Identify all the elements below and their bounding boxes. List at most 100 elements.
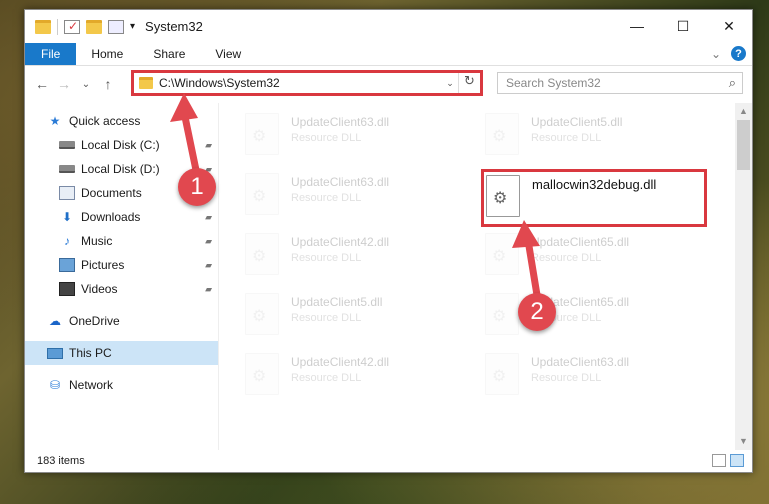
recent-locations-button[interactable]: ⌄ [75, 79, 97, 90]
maximize-button[interactable]: ☐ [660, 10, 706, 42]
file-type: Resource DLL [291, 252, 362, 264]
file-name: UpdateClient63.dll [291, 175, 390, 189]
file-item[interactable]: ⚙ UpdateClient63.dll Resource DLL [245, 113, 475, 163]
tiles-view-icon[interactable] [730, 454, 744, 467]
sidebar-item-videos[interactable]: Videos ▰ [25, 277, 218, 301]
step-2-badge: 2 [518, 293, 556, 331]
search-icon[interactable]: ⌕ [729, 75, 736, 91]
sidebar-item-music[interactable]: ♪ Music ▰ [25, 229, 218, 253]
file-item[interactable]: ⚙ UpdateClient65.dll Resource DLL [485, 233, 715, 283]
sidebar-item-pictures[interactable]: Pictures ▰ [25, 253, 218, 277]
file-item[interactable]: ⚙ UpdateClient5.dll Resource DLL [245, 293, 475, 343]
file-type: Resource DLL [531, 252, 602, 264]
sidebar-item-label: Local Disk (C:) [81, 138, 160, 152]
tab-file[interactable]: File [25, 43, 77, 65]
sidebar-item-label: Documents [81, 186, 142, 200]
file-type: Resource DLL [291, 372, 362, 384]
tab-view[interactable]: View [200, 43, 256, 65]
vertical-scrollbar[interactable]: ▲ ▼ [735, 103, 752, 450]
file-item[interactable]: ⚙ UpdateClient63.dll Resource DLL [245, 173, 475, 223]
window-title: System32 [145, 19, 203, 34]
target-dll-file[interactable]: ⚙ mallocwin32debug.dll [481, 169, 707, 227]
scroll-thumb[interactable] [737, 120, 750, 170]
gear-icon: ⚙ [252, 188, 267, 205]
navigation-pane: ★ Quick access Local Disk (C:) ▰ Local D… [25, 103, 219, 450]
back-button[interactable]: ← [31, 76, 53, 92]
pin-icon: ▰ [205, 283, 212, 294]
documents-icon [59, 186, 75, 200]
view-layout-icon[interactable] [108, 19, 124, 34]
ribbon-tabs: File Home Share View ⌄ ? [25, 43, 752, 66]
details-view-icon[interactable] [712, 454, 726, 467]
file-list: ⚙ UpdateClient63.dll Resource DLL ⚙ Updat… [219, 103, 752, 450]
sidebar-item-label: Pictures [81, 258, 125, 272]
sidebar-item-network[interactable]: ⛁ Network [25, 373, 218, 397]
file-item[interactable]: ⚙ UpdateClient42.dll Resource DLL [245, 353, 475, 403]
sidebar-item-label: Videos [81, 282, 118, 296]
help-icon[interactable]: ? [731, 46, 746, 61]
sidebar-item-this-pc[interactable]: This PC [25, 341, 218, 365]
drive-icon [59, 141, 75, 149]
gear-icon: ⚙ [492, 248, 507, 265]
dll-file-icon: ⚙ [485, 113, 519, 155]
forward-button[interactable]: → [53, 76, 75, 92]
file-item[interactable]: ⚙ UpdateClient5.dll Resource DLL [485, 113, 715, 163]
sidebar-item-label: Local Disk (D:) [81, 162, 160, 176]
address-path[interactable]: C:\Windows\System32 [159, 76, 442, 90]
refresh-icon[interactable]: ↻ [458, 73, 480, 93]
sidebar-item-downloads[interactable]: ⬇ Downloads ▰ [25, 205, 218, 229]
file-name: UpdateClient5.dll [531, 115, 623, 129]
minimize-button[interactable]: — [614, 10, 660, 42]
tab-home[interactable]: Home [76, 43, 138, 65]
file-name: UpdateClient42.dll [291, 355, 390, 369]
file-type: Resource DLL [291, 132, 362, 144]
address-dropdown-icon[interactable]: ⌄ [442, 78, 458, 89]
sidebar-item-label: Downloads [81, 210, 141, 224]
pin-icon: ▰ [205, 211, 212, 222]
gear-icon: ⚙ [252, 248, 267, 265]
gear-icon: ⚙ [492, 308, 507, 325]
gear-icon: ⚙ [493, 190, 508, 207]
dll-file-icon: ⚙ [486, 175, 520, 217]
gear-icon: ⚙ [252, 308, 267, 325]
scroll-up-icon[interactable]: ▲ [735, 103, 752, 120]
address-bar[interactable]: C:\Windows\System32 ⌄ ↻ [131, 70, 483, 96]
sidebar-item-label: OneDrive [69, 314, 120, 328]
new-folder-icon[interactable] [86, 19, 102, 34]
search-input[interactable]: Search System32 ⌕ [497, 72, 743, 94]
sidebar-item-onedrive[interactable]: ☁ OneDrive [25, 309, 218, 333]
file-name: UpdateClient65.dll [531, 235, 630, 249]
file-name: UpdateClient5.dll [291, 295, 383, 309]
content-area: ★ Quick access Local Disk (C:) ▰ Local D… [25, 103, 752, 450]
pin-icon: ▰ [205, 139, 212, 150]
address-row: ← → ⌄ ↑ C:\Windows\System32 ⌄ ↻ Search S… [25, 66, 752, 102]
gear-icon: ⚙ [492, 128, 507, 145]
videos-icon [59, 282, 75, 296]
sidebar-item-local-disk-c[interactable]: Local Disk (C:) ▰ [25, 133, 218, 157]
dll-file-icon: ⚙ [245, 353, 279, 395]
gear-icon: ⚙ [492, 368, 507, 385]
dll-file-icon: ⚙ [245, 233, 279, 275]
up-button[interactable]: ↑ [97, 76, 119, 92]
file-item[interactable]: ⚙ UpdateClient42.dll Resource DLL [245, 233, 475, 283]
tab-share[interactable]: Share [138, 43, 200, 65]
dll-file-icon: ⚙ [485, 293, 519, 335]
sidebar-item-label: Network [69, 378, 114, 392]
pin-icon: ▰ [205, 235, 212, 246]
download-icon: ⬇ [61, 210, 73, 224]
expand-ribbon-icon[interactable]: ⌄ [711, 47, 721, 61]
file-item[interactable]: ⚙ UpdateClient63.dll Resource DLL [485, 353, 715, 403]
divider [57, 18, 58, 35]
customize-toolbar-icon[interactable]: ▾ [130, 21, 135, 32]
sidebar-item-quick-access[interactable]: ★ Quick access [25, 109, 218, 133]
scroll-down-icon[interactable]: ▼ [735, 433, 752, 450]
folder-icon [139, 77, 153, 89]
star-icon: ★ [49, 114, 61, 128]
gear-icon: ⚙ [252, 128, 267, 145]
close-button[interactable]: ✕ [706, 10, 752, 42]
dll-file-icon: ⚙ [485, 353, 519, 395]
music-icon: ♪ [64, 234, 70, 248]
properties-icon[interactable]: ✓ [64, 19, 80, 34]
dll-file-icon: ⚙ [245, 293, 279, 335]
gear-icon: ⚙ [252, 368, 267, 385]
